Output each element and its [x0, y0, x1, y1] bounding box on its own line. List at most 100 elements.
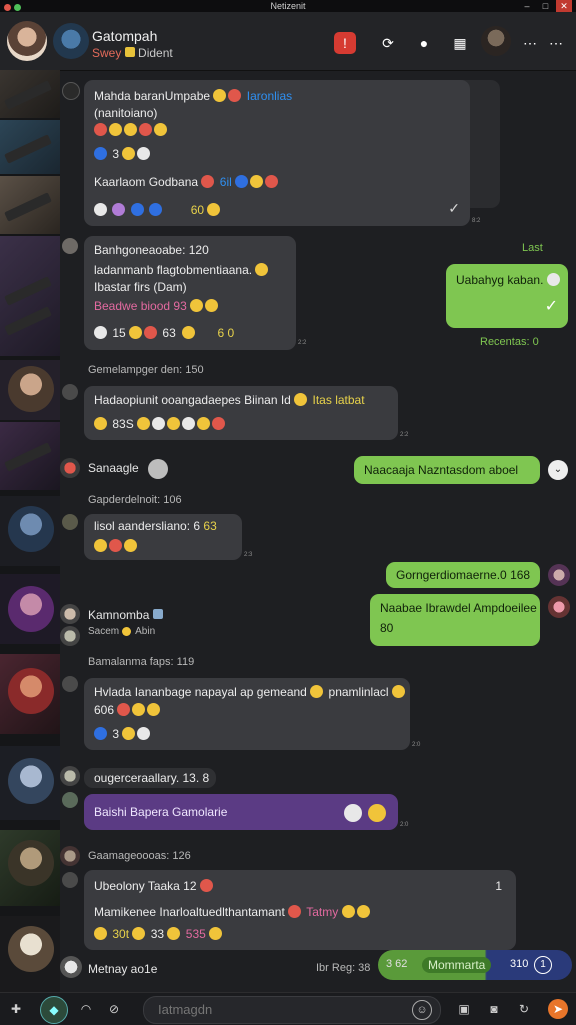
- message-line: Mahda baranUmpabe: [94, 89, 211, 103]
- message-link[interactable]: Itas latbat: [313, 393, 365, 407]
- voice-icon[interactable]: ◠: [76, 999, 96, 1019]
- message-time: 2:3: [244, 552, 253, 558]
- minimize-icon[interactable]: –: [519, 0, 535, 12]
- sender-avatar[interactable]: [60, 626, 80, 646]
- sender-avatar[interactable]: [60, 766, 80, 786]
- thumbnail-8[interactable]: [0, 574, 60, 644]
- message-bubble-9[interactable]: Hvlada Iananbage napayal ap gemeand pnam…: [84, 678, 410, 750]
- window-controls: – □ ✕: [519, 0, 572, 12]
- thumbnail-6[interactable]: [0, 422, 60, 490]
- sender-sub-tail: Abin: [135, 626, 156, 637]
- message-bubble-2[interactable]: Banhgoneaoabe: 120 ladanmanb flagtobment…: [84, 236, 296, 350]
- reaction-count: 33: [150, 927, 165, 941]
- camera-icon[interactable]: ◙: [484, 999, 504, 1019]
- pill-label: Mommarta: [422, 957, 492, 973]
- add-attachment-icon[interactable]: ✚: [6, 999, 26, 1019]
- refresh-icon[interactable]: ⟳: [377, 32, 399, 54]
- gif-icon[interactable]: ⊘: [104, 999, 124, 1019]
- sender-avatar[interactable]: [62, 384, 78, 400]
- reaction-count: 3: [112, 727, 120, 741]
- message-input-field[interactable]: [156, 1001, 410, 1018]
- reaction-pill[interactable]: 3 62 Mommarta 310 1: [378, 950, 572, 980]
- avatar-profile[interactable]: [481, 26, 511, 56]
- message-input[interactable]: ☺: [143, 996, 441, 1024]
- layout-icon[interactable]: ▦: [449, 32, 471, 54]
- message-meta: Ibr Reg: 38: [316, 962, 371, 974]
- sender-avatar[interactable]: [60, 604, 80, 624]
- reaction-count: 63: [162, 326, 176, 340]
- own-avatar[interactable]: [548, 596, 570, 618]
- avatar-user[interactable]: [7, 21, 47, 61]
- message-bubble-3[interactable]: Uabahyg kaban. ✓: [446, 264, 568, 328]
- thumbnail-1[interactable]: [0, 70, 60, 118]
- message-link[interactable]: Iaronlias: [247, 89, 292, 103]
- message-bubble-5[interactable]: Naacaaja Nazntasdom aboel: [354, 456, 540, 484]
- message-line: Naabae Ibrawdel Ampdoeilee: [380, 601, 537, 615]
- badge-icon: [124, 47, 135, 57]
- message-time: 2:2: [298, 340, 307, 346]
- system-message: Gapderdelnoit: 106: [88, 494, 182, 506]
- message-link[interactable]: 6il: [220, 175, 232, 189]
- message-line: (nanitoiano): [94, 106, 158, 120]
- maximize-icon[interactable]: □: [537, 0, 553, 12]
- message-time: 2:2: [400, 432, 409, 438]
- thumbnail-3[interactable]: [0, 176, 60, 234]
- sender-avatar[interactable]: [60, 846, 80, 866]
- sender-name-text: Kamnomba: [88, 608, 150, 622]
- scroll-down-button[interactable]: ⌄: [548, 460, 568, 480]
- message-link[interactable]: 63: [203, 519, 216, 533]
- message-bubble-1[interactable]: Mahda baranUmpabe Iaronlias (nanitoiano)…: [84, 80, 470, 226]
- message-time: Last: [522, 242, 543, 254]
- sender-avatar[interactable]: [60, 956, 82, 978]
- message-bubble-10[interactable]: ougerceraallary. 13. 8: [84, 768, 216, 788]
- message-line: ougerceraallary. 13. 8: [94, 771, 210, 785]
- sender-name[interactable]: Sanaagle: [88, 461, 139, 475]
- system-message: Gemelampger den: 150: [88, 364, 204, 376]
- thumbnail-12[interactable]: [0, 916, 60, 992]
- system-message: Bamalanma faps: 119: [88, 656, 195, 668]
- thumbnail-5[interactable]: [0, 360, 60, 420]
- message-line: Naacaaja Nazntasdom aboel: [364, 463, 519, 477]
- sender-avatar[interactable]: [62, 872, 78, 888]
- image-icon[interactable]: ▣: [454, 999, 474, 1019]
- thumbnail-10[interactable]: [0, 746, 60, 820]
- message-line: 80: [380, 621, 394, 635]
- sticker-icon[interactable]: ◆: [40, 996, 68, 1024]
- avatar-group[interactable]: [53, 23, 89, 59]
- thumbnail-9[interactable]: [0, 654, 60, 734]
- chat-title: Gatompah: [92, 28, 158, 44]
- reaction-count: 83S: [112, 417, 134, 431]
- message-bubble-7[interactable]: Gorngerdiomaerne.0 168: [386, 562, 540, 588]
- thumbnail-7[interactable]: [0, 496, 60, 566]
- sender-avatar[interactable]: [62, 514, 78, 530]
- message-bubble-6[interactable]: lisol aandersliano: 6 63: [84, 514, 242, 560]
- close-icon[interactable]: ✕: [556, 0, 572, 12]
- message-tail: 1: [495, 879, 502, 893]
- sender-avatar[interactable]: [62, 792, 78, 808]
- own-avatar[interactable]: [548, 564, 570, 586]
- more-icon[interactable]: ⋯: [546, 32, 566, 54]
- message-line: Gorngerdiomaerne.0 168: [396, 568, 531, 582]
- send-button[interactable]: ➤: [548, 999, 568, 1019]
- message-bubble-8[interactable]: Naabae Ibrawdel Ampdoeilee 80: [370, 594, 540, 646]
- sender-avatar[interactable]: [62, 676, 78, 692]
- message-link[interactable]: Tatmy: [306, 905, 338, 919]
- thumbnail-2[interactable]: [0, 120, 60, 174]
- record-icon[interactable]: ●: [413, 32, 435, 54]
- emoji-picker-icon[interactable]: ☺: [412, 1000, 432, 1020]
- message-line: Kaarlaom Godbana: [94, 175, 199, 189]
- sender-name[interactable]: Kamnomba: [88, 608, 163, 622]
- alert-icon[interactable]: !: [334, 32, 356, 54]
- sender-name[interactable]: Metnay ao1e: [88, 962, 157, 976]
- thumbnail-11[interactable]: [0, 830, 60, 906]
- message-bubble-4[interactable]: Hadaopiunit ooangadaepes Biinan Id Itas …: [84, 386, 398, 440]
- chat-header: Gatompah Swey Dident ! ⟳ ● ▦ ⋯ ⋯: [0, 12, 576, 71]
- thumbnail-4[interactable]: [0, 236, 60, 356]
- reply-icon[interactable]: ↻: [514, 999, 534, 1019]
- more-options-icon[interactable]: ⋯: [520, 32, 540, 54]
- sender-avatar[interactable]: [60, 458, 80, 478]
- message-bubble-12[interactable]: Ubeolony Taaka 12 1 Mamikenee Inarloaltu…: [84, 870, 516, 950]
- sender-avatar[interactable]: [62, 238, 78, 254]
- message-bubble-11[interactable]: Baishi Bapera Gamolarie: [84, 794, 398, 830]
- sender-avatar[interactable]: [62, 82, 80, 100]
